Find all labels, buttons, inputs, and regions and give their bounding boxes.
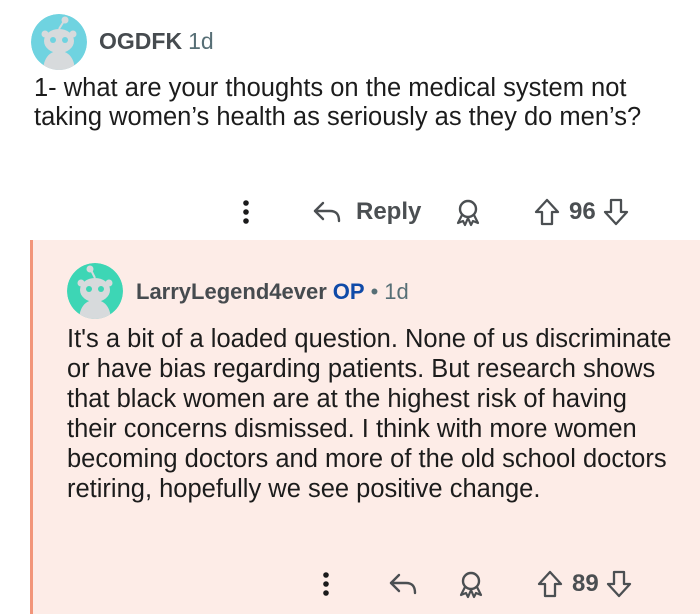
award-button[interactable] — [456, 569, 486, 599]
comment-actions: Reply 96 — [0, 192, 700, 232]
meta-separator: • — [370, 279, 379, 304]
award-icon — [456, 199, 480, 227]
comment-body: It's a bit of a loaded question. None of… — [67, 325, 672, 503]
vote-score: 89 — [572, 570, 599, 597]
reply-label: Reply — [356, 198, 422, 225]
comment-meta: LarryLegend4ever OP • 1d — [136, 278, 409, 306]
comment-larrylegend4ever: LarryLegend4ever OP • 1d It's a bit of a lo… — [30, 240, 700, 614]
snoo-avatar-icon — [67, 263, 123, 319]
avatar[interactable] — [67, 263, 123, 319]
comment-body: 1- what are your thoughts on the medical… — [34, 74, 642, 131]
avatar[interactable] — [31, 14, 87, 70]
more-options-button[interactable] — [316, 570, 336, 598]
username[interactable]: LarryLegend4ever — [136, 279, 327, 304]
reply-arrow-icon — [313, 201, 341, 223]
reply-button[interactable] — [388, 571, 418, 597]
vote-controls: 96 — [533, 197, 630, 227]
comment-actions: 89 — [33, 564, 700, 604]
vote-controls: 89 — [536, 569, 633, 599]
downvote-arrow-icon[interactable] — [602, 197, 630, 227]
more-options-button[interactable] — [236, 198, 256, 226]
downvote-arrow-icon[interactable] — [605, 569, 633, 599]
op-badge: OP — [332, 279, 365, 304]
reply-button[interactable]: Reply — [312, 198, 421, 226]
comment-age: 1d — [384, 279, 409, 304]
reply-arrow-icon — [389, 573, 417, 595]
comment-meta: OGDFK 1d — [99, 26, 214, 56]
username[interactable]: OGDFK — [99, 28, 182, 54]
upvote-arrow-icon[interactable] — [536, 569, 564, 599]
snoo-avatar-icon — [31, 14, 87, 70]
more-vertical-icon — [243, 200, 249, 224]
award-icon — [459, 571, 483, 599]
comment-thread: OGDFK 1d 1- what are your thoughts on the… — [0, 0, 700, 614]
award-button[interactable] — [453, 197, 483, 227]
vote-score: 96 — [569, 198, 596, 225]
comment-age: 1d — [188, 28, 214, 54]
comment-ogdfk: OGDFK 1d 1- what are your thoughts on the… — [0, 0, 700, 236]
upvote-arrow-icon[interactable] — [533, 197, 561, 227]
more-vertical-icon — [323, 572, 329, 596]
